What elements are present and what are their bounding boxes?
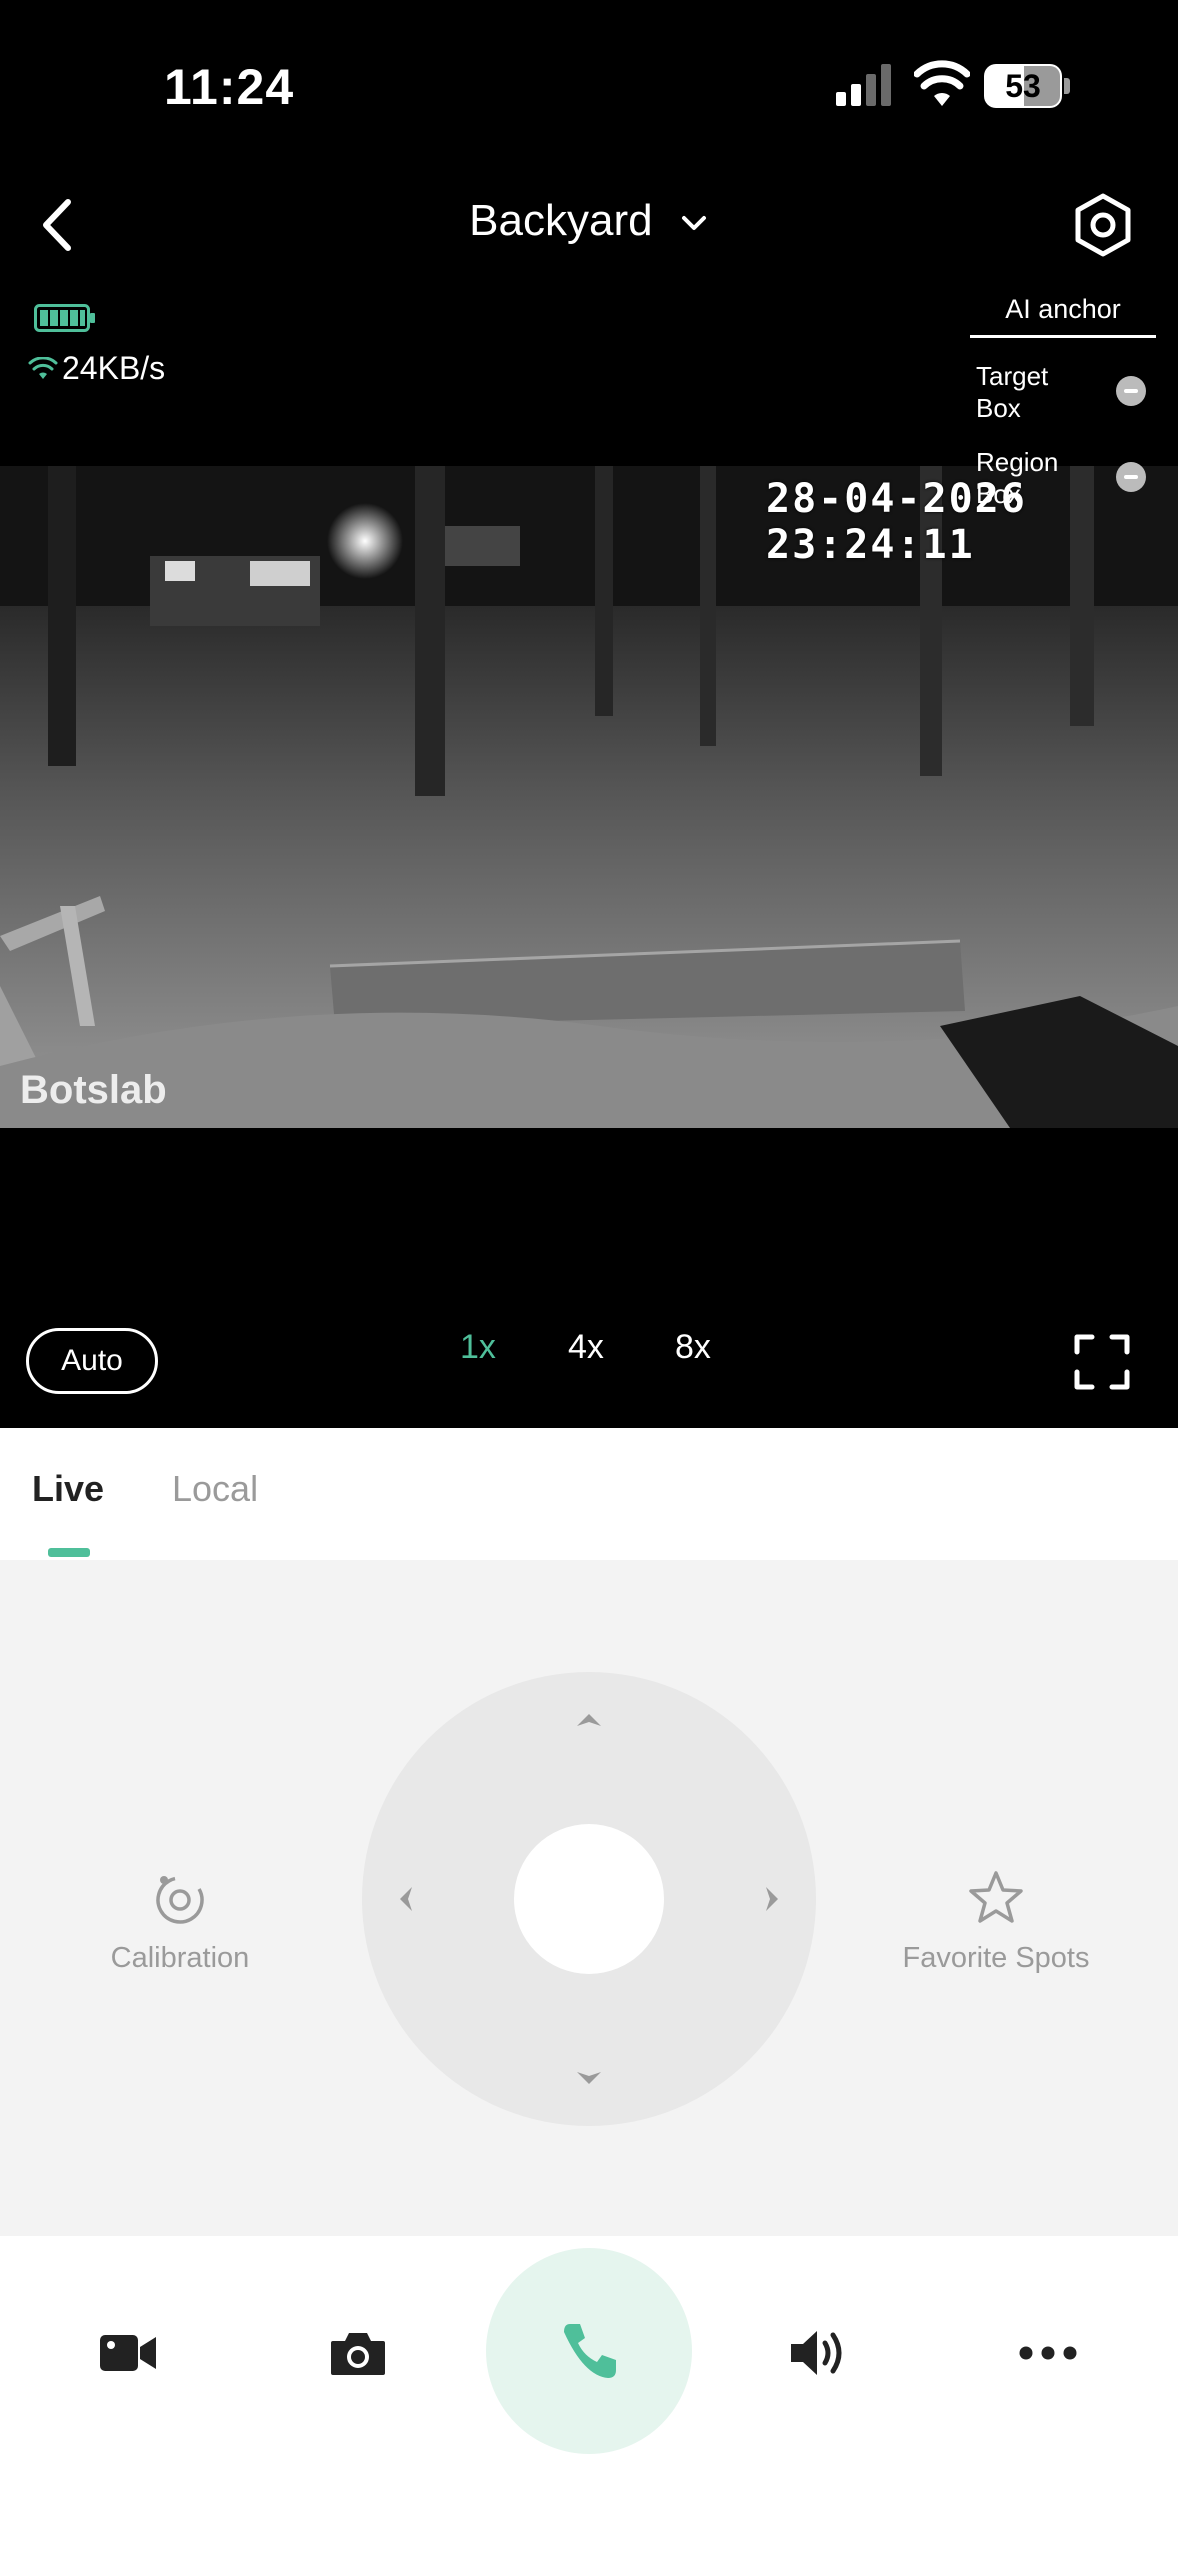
wifi-signal-icon xyxy=(28,356,58,379)
ai-anchor-title[interactable]: AI anchor xyxy=(970,294,1156,338)
target-box-toggle[interactable] xyxy=(1116,376,1146,406)
status-time: 11:24 xyxy=(164,59,295,115)
camera-battery-icon xyxy=(34,304,95,332)
page-title: Backyard xyxy=(469,196,653,245)
pan-left-icon[interactable] xyxy=(386,1879,426,1919)
phone-battery-level: 53 xyxy=(1005,68,1041,104)
wifi-icon xyxy=(914,60,970,106)
pan-up-icon[interactable] xyxy=(569,1700,609,1740)
target-box-label: Target Box xyxy=(976,361,1049,423)
cellular-signal-icon xyxy=(836,64,891,106)
brand-watermark: Botslab xyxy=(20,1068,167,1112)
settings-icon[interactable] xyxy=(1070,192,1136,258)
tab-live[interactable]: Live xyxy=(32,1468,104,1510)
speaker-icon xyxy=(791,2331,842,2375)
pan-right-icon[interactable] xyxy=(752,1879,792,1919)
calibration-label: Calibration xyxy=(110,1942,250,1974)
snapshot-button[interactable] xyxy=(308,2318,408,2388)
more-button[interactable] xyxy=(998,2318,1098,2388)
speaker-button[interactable] xyxy=(768,2318,868,2388)
calibration-icon xyxy=(156,1876,204,1924)
connection-speed: 24KB/s xyxy=(28,350,165,387)
zoom-8x[interactable]: 8x xyxy=(675,1328,711,1367)
chevron-down-icon xyxy=(681,216,706,231)
favorite-spots-label: Favorite Spots xyxy=(902,1942,1090,1974)
fullscreen-icon[interactable] xyxy=(1074,1334,1130,1390)
video-timestamp: 28-04-2026 23:24:11 xyxy=(766,476,1027,568)
talk-call-button[interactable] xyxy=(486,2248,692,2454)
star-icon xyxy=(969,1871,1023,1923)
zoom-1x[interactable]: 1x xyxy=(460,1328,496,1367)
auto-quality-button[interactable]: Auto xyxy=(26,1328,158,1394)
tab-active-indicator xyxy=(48,1548,90,1557)
speed-value: 24KB/s xyxy=(62,350,166,386)
camera-icon xyxy=(331,2333,385,2375)
video-camera-icon xyxy=(100,2335,156,2371)
region-box-toggle[interactable] xyxy=(1116,462,1146,492)
favorite-spots-button[interactable]: Favorite Spots xyxy=(876,1868,1116,1975)
phone-battery-icon: 53 xyxy=(984,64,1070,108)
more-icon xyxy=(1019,2346,1077,2360)
region-box-label: Region Box xyxy=(976,447,1059,509)
record-button[interactable] xyxy=(78,2318,178,2388)
camera-selector[interactable]: Backyard xyxy=(0,196,1178,246)
tab-local[interactable]: Local xyxy=(172,1468,258,1510)
phone-icon xyxy=(564,2324,616,2378)
ptz-joystick-center[interactable] xyxy=(514,1824,664,1974)
calibration-button[interactable]: Calibration xyxy=(60,1868,300,1975)
zoom-4x[interactable]: 4x xyxy=(568,1328,604,1367)
pan-down-icon[interactable] xyxy=(569,2058,609,2098)
